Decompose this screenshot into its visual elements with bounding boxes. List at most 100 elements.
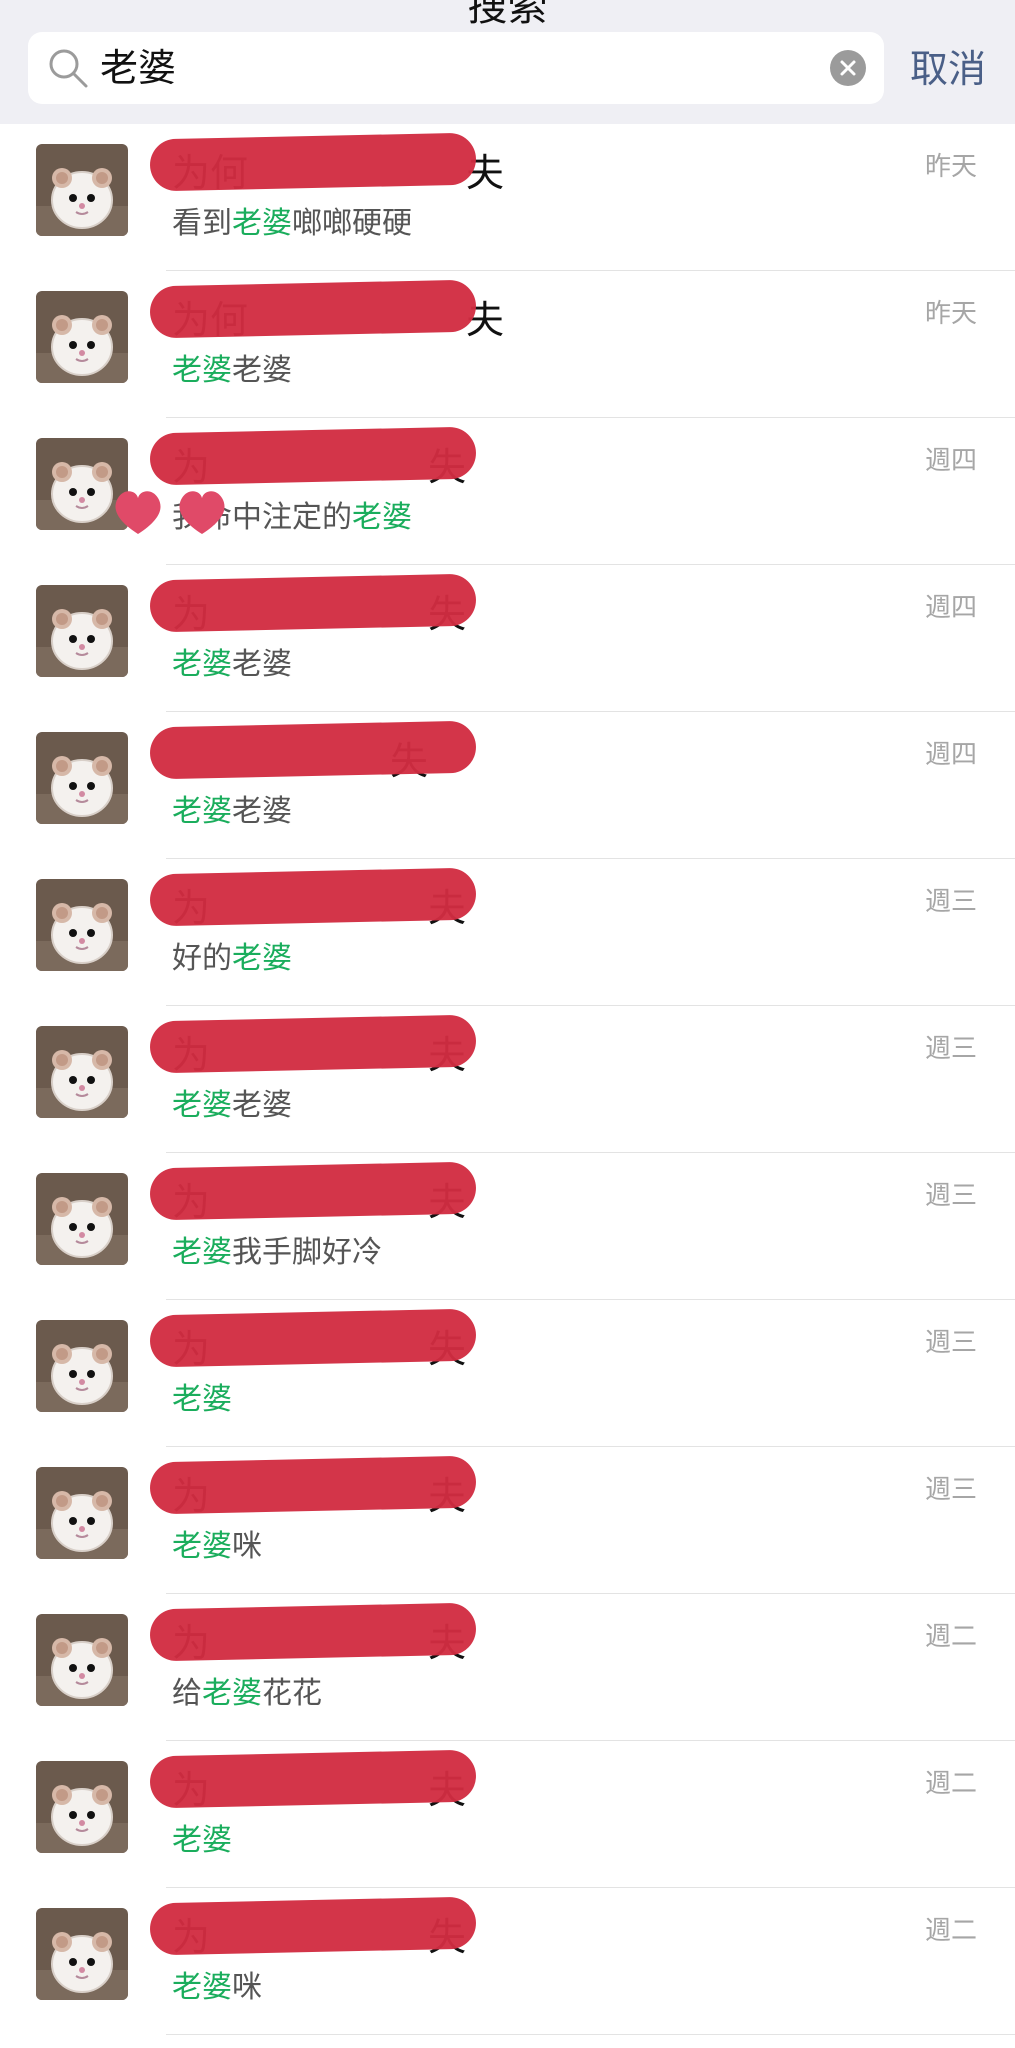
avatar[interactable] xyxy=(36,1761,128,1853)
snippet-highlight: 老婆 xyxy=(172,1823,232,1858)
avatar[interactable] xyxy=(36,1467,128,1559)
snippet-highlight: 老婆 xyxy=(352,500,412,535)
message-snippet: 好的老婆 xyxy=(172,933,292,977)
clear-icon[interactable] xyxy=(830,50,866,86)
list-item[interactable]: 为何夫昨天看到老婆啷啷硬硬 xyxy=(0,124,1015,271)
snippet-highlight: 老婆 xyxy=(172,1382,232,1417)
message-snippet: 老婆 xyxy=(172,1374,232,1418)
message-snippet: 老婆老婆 xyxy=(172,786,292,830)
snippet-suffix: 老婆 xyxy=(232,647,292,682)
avatar[interactable] xyxy=(36,1173,128,1265)
snippet-highlight: 老婆 xyxy=(172,1529,232,1564)
search-icon xyxy=(49,49,88,88)
timestamp: 週二 xyxy=(924,1769,977,1799)
redaction-mark xyxy=(149,1749,477,1809)
snippet-suffix: 咪 xyxy=(232,1529,262,1564)
message-snippet: 老婆咪 xyxy=(172,1962,262,2006)
avatar[interactable] xyxy=(36,732,128,824)
snippet-highlight: 老婆 xyxy=(172,1970,232,2005)
row-divider xyxy=(166,2034,1015,2035)
avatar[interactable] xyxy=(36,879,128,971)
snippet-highlight: 老婆 xyxy=(172,1088,232,1123)
snippet-suffix: 花花 xyxy=(262,1676,322,1711)
avatar[interactable] xyxy=(36,1908,128,2000)
message-snippet: 看到老婆啷啷硬硬 xyxy=(172,198,412,242)
snippet-suffix: 老婆 xyxy=(232,1088,292,1123)
avatar[interactable] xyxy=(36,144,128,236)
hamster-avatar-icon xyxy=(36,585,128,677)
message-snippet: 老婆老婆 xyxy=(172,1080,292,1124)
hamster-avatar-icon xyxy=(36,1026,128,1118)
redaction-mark xyxy=(149,279,477,339)
message-snippet: 老婆老婆 xyxy=(172,345,292,389)
redaction-mark xyxy=(149,1161,477,1221)
list-item[interactable]: 为失週三老婆 xyxy=(0,1300,1015,1447)
redaction-mark xyxy=(149,1602,477,1662)
list-item[interactable]: 失週四老婆老婆 xyxy=(0,712,1015,859)
hamster-avatar-icon xyxy=(36,1467,128,1559)
snippet-highlight: 老婆 xyxy=(172,647,232,682)
hamster-avatar-icon xyxy=(36,1908,128,2000)
redaction-mark xyxy=(149,426,477,486)
redaction-mark xyxy=(149,1896,477,1956)
message-snippet: 老婆老婆 xyxy=(172,639,292,683)
hamster-avatar-icon xyxy=(36,732,128,824)
snippet-highlight: 老婆 xyxy=(172,794,232,829)
list-item[interactable]: 为夫週三老婆老婆 xyxy=(0,1006,1015,1153)
search-input[interactable]: 老婆 xyxy=(100,32,820,104)
timestamp: 週三 xyxy=(924,1034,977,1064)
redaction-mark xyxy=(149,573,477,633)
snippet-highlight: 老婆 xyxy=(172,353,232,388)
list-item[interactable]: 为何夫昨天老婆老婆 xyxy=(0,271,1015,418)
hamster-avatar-icon xyxy=(36,1320,128,1412)
avatar[interactable] xyxy=(36,1026,128,1118)
cancel-button[interactable]: 取消 xyxy=(910,36,986,102)
snippet-highlight: 老婆 xyxy=(232,941,292,976)
hamster-avatar-icon xyxy=(36,879,128,971)
list-item[interactable]: 为夫週三老婆咪 xyxy=(0,1447,1015,1594)
timestamp: 週二 xyxy=(924,1622,977,1652)
timestamp: 昨天 xyxy=(924,152,977,182)
snippet-prefix: 好的 xyxy=(172,941,232,976)
redaction-mark xyxy=(149,1014,477,1074)
snippet-highlight: 老婆 xyxy=(232,206,292,241)
search-header: 搜索 老婆 取消 xyxy=(0,0,1015,124)
avatar[interactable] xyxy=(36,585,128,677)
message-snippet: 老婆我手脚好冷 xyxy=(172,1227,382,1271)
hamster-avatar-icon xyxy=(36,144,128,236)
list-item[interactable]: 为失週四老婆老婆 xyxy=(0,565,1015,712)
avatar[interactable] xyxy=(36,1614,128,1706)
timestamp: 週三 xyxy=(924,887,977,917)
message-snippet: 老婆咪 xyxy=(172,1521,262,1565)
page-title: 搜索 xyxy=(467,0,548,30)
hamster-avatar-icon xyxy=(36,1173,128,1265)
search-results-list: 为何夫昨天看到老婆啷啷硬硬 为何夫昨天老婆老婆 为失週四我命中注定的老婆 xyxy=(0,124,1015,2035)
search-bar[interactable]: 老婆 xyxy=(28,32,884,104)
avatar[interactable] xyxy=(36,291,128,383)
snippet-suffix: 咪 xyxy=(232,1970,262,2005)
timestamp: 週二 xyxy=(924,1916,977,1946)
hamster-avatar-icon xyxy=(36,1614,128,1706)
redaction-mark xyxy=(149,132,477,192)
snippet-highlight: 老婆 xyxy=(172,1235,232,1270)
redaction-mark xyxy=(149,1455,477,1515)
list-item[interactable]: 为夫週三老婆我手脚好冷 xyxy=(0,1153,1015,1300)
timestamp: 昨天 xyxy=(924,299,977,329)
list-item[interactable]: 为夫週二老婆 xyxy=(0,1741,1015,1888)
list-item[interactable]: 为夫週二给老婆花花 xyxy=(0,1594,1015,1741)
message-snippet: 给老婆花花 xyxy=(172,1668,322,1712)
redaction-mark xyxy=(149,867,477,927)
timestamp: 週三 xyxy=(924,1181,977,1211)
snippet-suffix: 我手脚好冷 xyxy=(232,1235,382,1270)
snippet-suffix: 啷啷硬硬 xyxy=(292,206,412,241)
snippet-suffix: 老婆 xyxy=(232,794,292,829)
timestamp: 週四 xyxy=(924,446,977,476)
redaction-mark xyxy=(149,720,477,780)
message-snippet: 老婆 xyxy=(172,1815,232,1859)
list-item[interactable]: 为夫週三好的老婆 xyxy=(0,859,1015,1006)
snippet-prefix: 给 xyxy=(172,1676,202,1711)
snippet-highlight: 老婆 xyxy=(202,1676,262,1711)
timestamp: 週三 xyxy=(924,1475,977,1505)
avatar[interactable] xyxy=(36,1320,128,1412)
list-item[interactable]: 为失週二老婆咪 xyxy=(0,1888,1015,2035)
